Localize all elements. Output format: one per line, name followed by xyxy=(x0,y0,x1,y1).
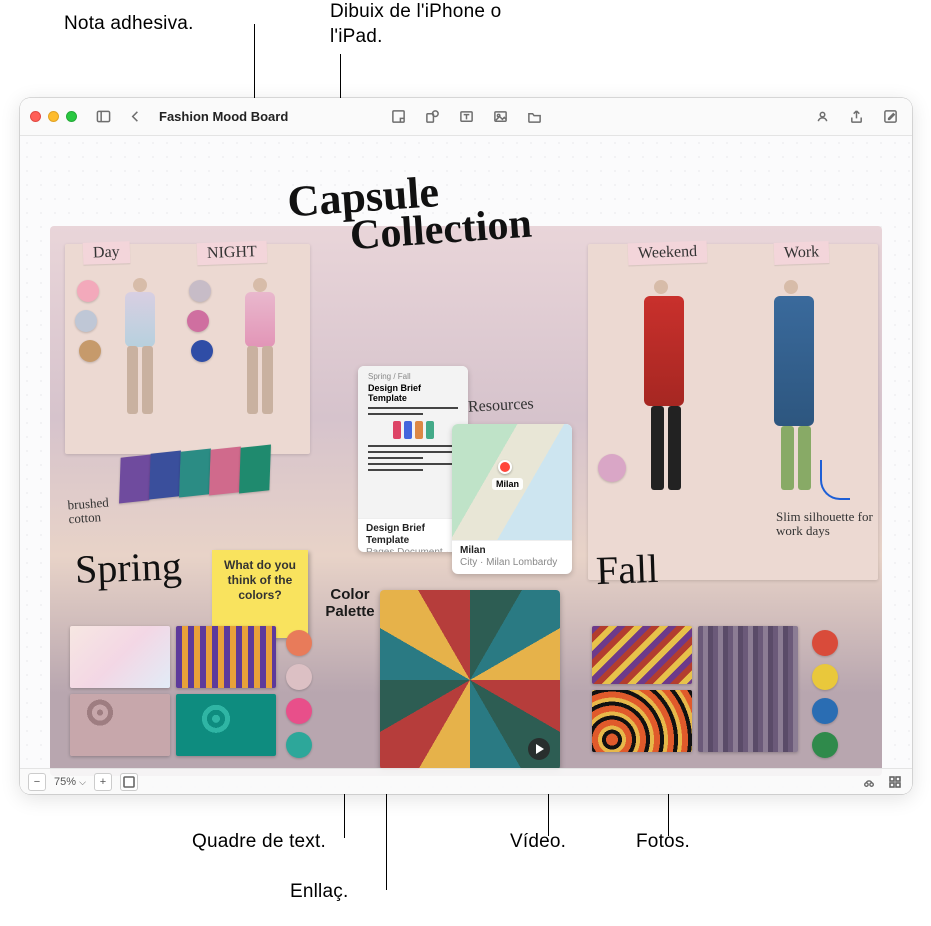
tape-night: NIGHT xyxy=(197,241,267,265)
file-title: Design Brief Template xyxy=(366,523,460,547)
handnote-brushed: brushed cotton xyxy=(67,494,139,526)
fashion-sketch-weekend xyxy=(636,280,696,490)
share-toolbar-group xyxy=(810,105,902,129)
tape-weekend: Weekend xyxy=(628,241,708,266)
map-pin-icon xyxy=(498,460,512,474)
insert-media-button[interactable] xyxy=(488,105,512,129)
close-window-button[interactable] xyxy=(30,111,41,122)
palette-dot xyxy=(812,732,838,758)
callout-photos: Fotos. xyxy=(636,830,690,855)
zoom-out-button[interactable]: − xyxy=(28,773,46,791)
panel-weekend-work[interactable]: Weekend Work Slim silhouette for work da… xyxy=(588,244,878,580)
grid-button[interactable] xyxy=(886,773,904,791)
season-fall: Fall xyxy=(595,545,659,594)
play-icon xyxy=(528,738,550,760)
fashion-sketch-work xyxy=(766,280,826,490)
spring-palette xyxy=(286,630,312,758)
handnote-resources: Resources xyxy=(468,396,535,416)
map-preview: Milan xyxy=(452,424,572,540)
callout-link: Enllaç. xyxy=(290,880,348,905)
photo-thumb[interactable] xyxy=(70,694,170,756)
palette-dot xyxy=(812,698,838,724)
map-pin-label: Milan xyxy=(492,478,523,490)
map-title: Milan xyxy=(460,545,564,557)
season-spring: Spring xyxy=(74,542,182,593)
photo-thumb[interactable] xyxy=(592,626,692,684)
map-sub: City · Milan Lombardy xyxy=(460,557,564,569)
handnote-slim: Slim silhouette for work days xyxy=(776,510,876,537)
text-box[interactable]: Color Palette xyxy=(320,586,380,621)
photo-thumb[interactable] xyxy=(592,690,692,752)
palette-dot xyxy=(812,630,838,656)
photo-thumb[interactable] xyxy=(176,694,276,756)
text-box-l1: Color xyxy=(320,586,380,603)
canvas-footer: − 75% ⌵ + xyxy=(20,768,912,794)
sticky-note[interactable]: What do you think of the colors? xyxy=(212,550,308,638)
annotation-arrow xyxy=(820,460,850,500)
share-button[interactable] xyxy=(844,105,868,129)
board-title: Fashion Mood Board xyxy=(159,109,288,124)
zoom-in-button[interactable]: + xyxy=(94,773,112,791)
panel-day-night[interactable]: Day NIGHT xyxy=(65,244,310,454)
map-meta: Milan City · Milan Lombardy xyxy=(452,540,572,574)
navigator-button[interactable] xyxy=(860,773,878,791)
zoom-fit-button[interactable] xyxy=(120,773,138,791)
palette-dot xyxy=(812,664,838,690)
swatch-dot xyxy=(75,310,97,332)
board-canvas[interactable]: Capsule Collection Day NIGHT xyxy=(20,136,912,794)
text-box-l2: Palette xyxy=(320,603,380,620)
back-button[interactable] xyxy=(123,105,147,129)
fashion-sketch-night xyxy=(235,278,285,418)
chevron-down-icon: ⌵ xyxy=(79,777,86,787)
fabric-swatch xyxy=(209,447,241,496)
swatch-dot xyxy=(77,280,99,302)
video-tile[interactable] xyxy=(380,590,560,770)
map-link-card[interactable]: Milan Milan City · Milan Lombardy xyxy=(452,424,572,574)
file-sub: Pages Document · 1 MB xyxy=(366,547,460,552)
fabric-swatch xyxy=(239,445,271,494)
sticky-note-text: What do you think of the colors? xyxy=(224,558,296,602)
photo-thumb[interactable] xyxy=(698,626,798,752)
doc-caption: Spring / Fall xyxy=(368,366,468,383)
freeform-window: Fashion Mood Board Capsule Collection Da… xyxy=(20,98,912,794)
traffic-lights xyxy=(30,111,77,122)
insert-text-button[interactable] xyxy=(454,105,478,129)
fall-palette xyxy=(812,630,838,758)
palette-dot xyxy=(286,630,312,656)
toolbar: Fashion Mood Board xyxy=(20,98,912,136)
palette-dot xyxy=(286,664,312,690)
tape-day: Day xyxy=(83,241,130,265)
photo-thumb[interactable] xyxy=(176,626,276,688)
fashion-sketch-day xyxy=(115,278,165,418)
insert-file-button[interactable] xyxy=(522,105,546,129)
insert-sticky-button[interactable] xyxy=(386,105,410,129)
handwriting-title[interactable]: Capsule Collection xyxy=(286,162,594,303)
palette-dot xyxy=(286,698,312,724)
swatch-dot xyxy=(191,340,213,362)
swatch-dot xyxy=(189,280,211,302)
swatch-dot xyxy=(187,310,209,332)
callout-video: Vídeo. xyxy=(510,830,566,855)
swatch-dot xyxy=(79,340,101,362)
fabric-swatch xyxy=(149,451,181,500)
doc-heading: Design Brief Template xyxy=(368,383,458,403)
callout-sticky: Nota adhesiva. xyxy=(64,12,194,37)
fullscreen-window-button[interactable] xyxy=(66,111,77,122)
edit-button[interactable] xyxy=(878,105,902,129)
fabric-swatch xyxy=(179,449,211,498)
palette-dot xyxy=(286,732,312,758)
tape-work: Work xyxy=(774,241,830,265)
sidebar-toggle-button[interactable] xyxy=(91,105,115,129)
collaborate-button[interactable] xyxy=(810,105,834,129)
callout-drawing: Dibuix de l'iPhone o l'iPad. xyxy=(330,0,530,49)
minimize-window-button[interactable] xyxy=(48,111,59,122)
callout-textbox: Quadre de text. xyxy=(192,830,326,855)
insert-toolbar-group xyxy=(386,105,546,129)
insert-shape-button[interactable] xyxy=(420,105,444,129)
photo-thumb[interactable] xyxy=(70,626,170,688)
zoom-level[interactable]: 75% ⌵ xyxy=(54,776,86,788)
swatch-dot xyxy=(598,454,626,482)
